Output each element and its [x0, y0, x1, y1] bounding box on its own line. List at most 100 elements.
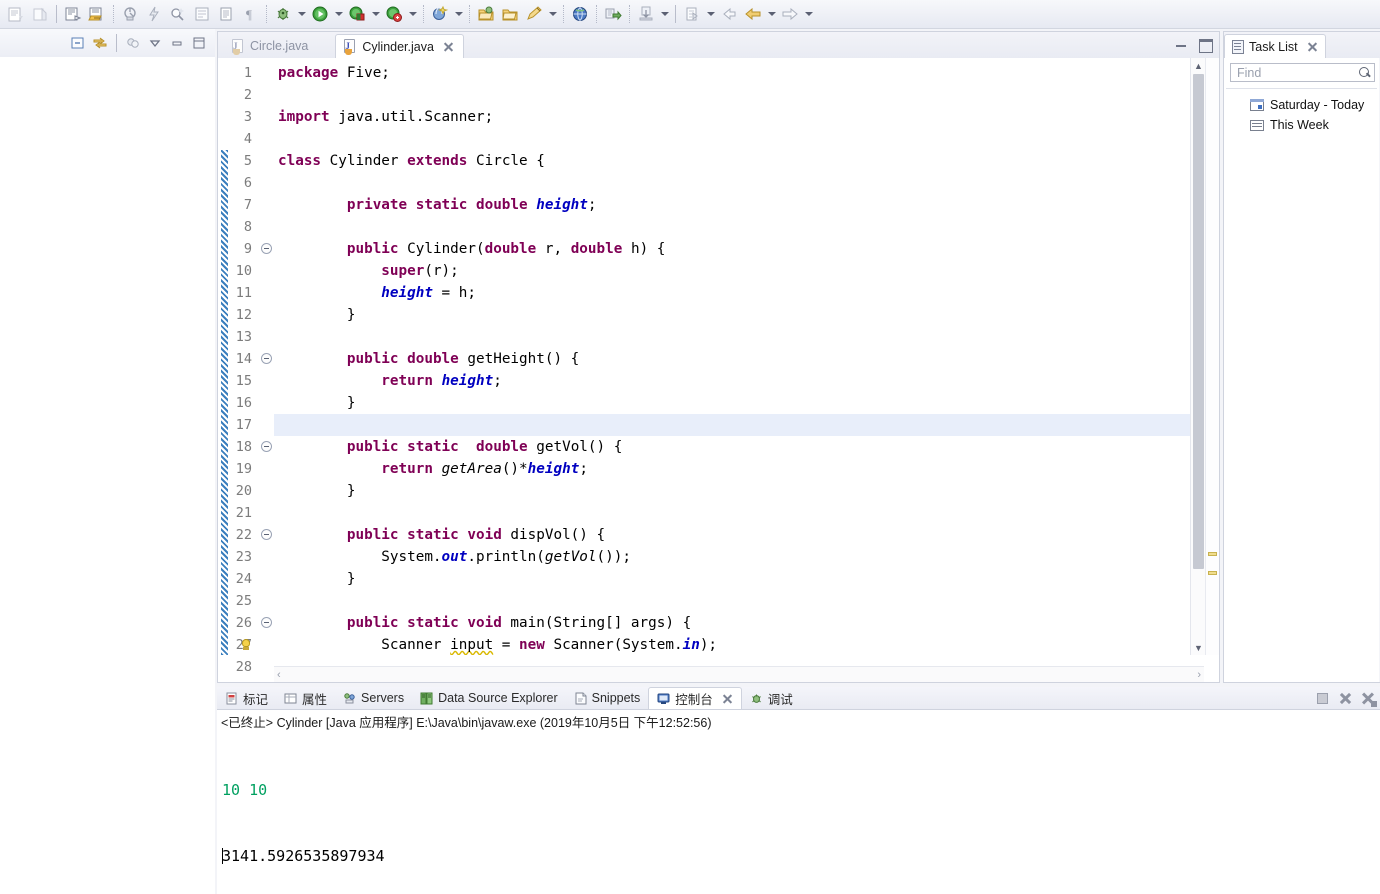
download-dropdown-arrow[interactable]	[658, 3, 671, 25]
code-line[interactable]: return getArea()*height;	[278, 458, 588, 480]
warning-marker[interactable]	[1208, 552, 1217, 556]
editor-tab-cylinder[interactable]: J Cylinder.java	[335, 34, 464, 59]
collapse-all-icon[interactable]	[68, 33, 88, 53]
coverage-dropdown-arrow[interactable]	[369, 3, 382, 25]
console-body[interactable]: <已终止> Cylinder [Java 应用程序] E:\Java\bin\j…	[217, 709, 1380, 894]
fold-collapse-icon[interactable]	[261, 617, 272, 628]
next-annotation-dropdown-arrow[interactable]	[704, 3, 717, 25]
code-line[interactable]: class Cylinder extends Circle {	[278, 150, 545, 172]
task-find-input[interactable]: Find	[1230, 63, 1375, 82]
view-filter-icon[interactable]	[123, 33, 143, 53]
scroll-down-arrow[interactable]: ▼	[1191, 640, 1206, 655]
code-line[interactable]: height = h;	[278, 282, 476, 304]
code-line[interactable]: package Five;	[278, 62, 390, 84]
pencil-icon[interactable]	[523, 3, 545, 25]
remove-launch-button[interactable]	[1338, 691, 1353, 706]
code-line[interactable]: public static void dispVol() {	[278, 524, 605, 546]
editor-vertical-scrollbar[interactable]: ▲ ▼	[1190, 58, 1205, 655]
console-tab-servers[interactable]: Servers	[335, 687, 412, 709]
code-line[interactable]	[278, 84, 287, 106]
maximize-editor-button[interactable]	[1197, 36, 1213, 53]
remove-all-terminated-button[interactable]	[1361, 691, 1377, 707]
console-tab-snippets[interactable]: Snippets	[566, 687, 649, 709]
pilcrow-icon[interactable]: ¶	[239, 3, 261, 25]
run-external-tools-icon[interactable]	[383, 3, 405, 25]
list-item[interactable]: Saturday - Today	[1224, 95, 1379, 115]
back-icon[interactable]	[718, 3, 740, 25]
search-icon[interactable]	[1359, 66, 1371, 79]
code-line[interactable]	[278, 326, 287, 348]
code-line[interactable]: }	[278, 304, 356, 326]
code-line[interactable]	[278, 502, 287, 524]
code-line[interactable]: private static double height;	[278, 194, 597, 216]
forward-dropdown-arrow[interactable]	[765, 3, 778, 25]
external-tools-dropdown-arrow[interactable]	[406, 3, 419, 25]
fold-collapse-icon[interactable]	[261, 529, 272, 540]
globe-icon[interactable]	[569, 3, 591, 25]
maximize-view-icon[interactable]	[189, 33, 209, 53]
new-java-project-icon[interactable]	[5, 3, 27, 25]
code-line[interactable]	[278, 216, 287, 238]
fold-collapse-icon[interactable]	[261, 353, 272, 364]
debug-dropdown-arrow[interactable]	[295, 3, 308, 25]
fold-collapse-icon[interactable]	[261, 441, 272, 452]
stop-button[interactable]	[1315, 691, 1330, 706]
console-tab-data-source[interactable]: Data Source Explorer	[412, 687, 566, 709]
warning-marker-icon[interactable]	[240, 638, 252, 652]
print-icon[interactable]	[119, 3, 141, 25]
run-dropdown-arrow[interactable]	[332, 3, 345, 25]
code-line[interactable]: }	[278, 480, 356, 502]
forward-icon[interactable]	[742, 3, 764, 25]
tab-task-list[interactable]: Task List	[1224, 34, 1326, 59]
code-line[interactable]: public static void main(String[] args) {	[278, 612, 691, 634]
fold-collapse-icon[interactable]	[261, 243, 272, 254]
open-task-icon[interactable]	[215, 3, 237, 25]
overview-ruler[interactable]	[1205, 58, 1219, 655]
download-icon[interactable]	[635, 3, 657, 25]
scroll-up-arrow[interactable]: ▲	[1191, 58, 1206, 73]
code-line[interactable]	[278, 590, 287, 612]
scrollbar-thumb[interactable]	[1193, 74, 1204, 569]
minimize-view-icon[interactable]	[167, 33, 187, 53]
coverage-icon[interactable]	[346, 3, 368, 25]
export-icon[interactable]	[499, 3, 521, 25]
view-menu-icon[interactable]	[145, 33, 165, 53]
scroll-left-arrow[interactable]: ‹	[277, 669, 281, 681]
debug-icon[interactable]	[272, 3, 294, 25]
console-tab-properties[interactable]: 属性	[276, 687, 335, 709]
pencil-dropdown-arrow[interactable]	[546, 3, 559, 25]
open-type-icon[interactable]	[191, 3, 213, 25]
code-line[interactable]: import java.util.Scanner;	[278, 106, 493, 128]
search-icon[interactable]	[167, 3, 189, 25]
console-tab-console[interactable]: 控制台	[648, 687, 742, 709]
code-line[interactable]	[278, 172, 287, 194]
deploy-icon[interactable]	[602, 3, 624, 25]
code-line[interactable]: public static double getVol() {	[278, 436, 622, 458]
console-tab-markers[interactable]: 标记	[217, 687, 276, 709]
run-icon[interactable]	[309, 3, 331, 25]
code-line[interactable]: Scanner input = new Scanner(System.in);	[278, 634, 717, 655]
minimize-editor-button[interactable]	[1173, 36, 1189, 52]
code-line[interactable]: }	[278, 568, 356, 590]
save-icon[interactable]	[62, 3, 84, 25]
link-with-editor-icon[interactable]	[90, 33, 110, 53]
horizontal-scrollbar[interactable]: ‹ ›	[274, 666, 1204, 682]
new-java-class-dropdown-arrow[interactable]	[452, 3, 465, 25]
console-tab-debug[interactable]: 调试	[742, 687, 801, 709]
next-annotation-icon[interactable]	[681, 3, 703, 25]
close-icon[interactable]	[442, 41, 454, 53]
code-line[interactable]: public double getHeight() {	[278, 348, 579, 370]
open-folder-icon[interactable]	[475, 3, 497, 25]
editor-tab-circle[interactable]: J Circle.java	[224, 33, 317, 58]
previous-edit-dropdown-arrow[interactable]	[802, 3, 815, 25]
save-all-icon[interactable]	[86, 3, 108, 25]
scroll-right-arrow[interactable]: ›	[1197, 669, 1201, 681]
previous-edit-icon[interactable]	[779, 3, 801, 25]
new-element-icon[interactable]	[29, 3, 51, 25]
close-icon[interactable]	[1306, 41, 1318, 53]
code-editor[interactable]: 1 2 3 4 5 6 7 8 9 10 11 12 13 14 15 16 17 18 19 20 21 22 23 24 2…	[218, 58, 1219, 682]
code-line[interactable]: super(r);	[278, 260, 458, 282]
code-line[interactable]	[278, 128, 287, 150]
code-line[interactable]: return height;	[278, 370, 502, 392]
code-line[interactable]: System.out.println(getVol());	[278, 546, 631, 568]
